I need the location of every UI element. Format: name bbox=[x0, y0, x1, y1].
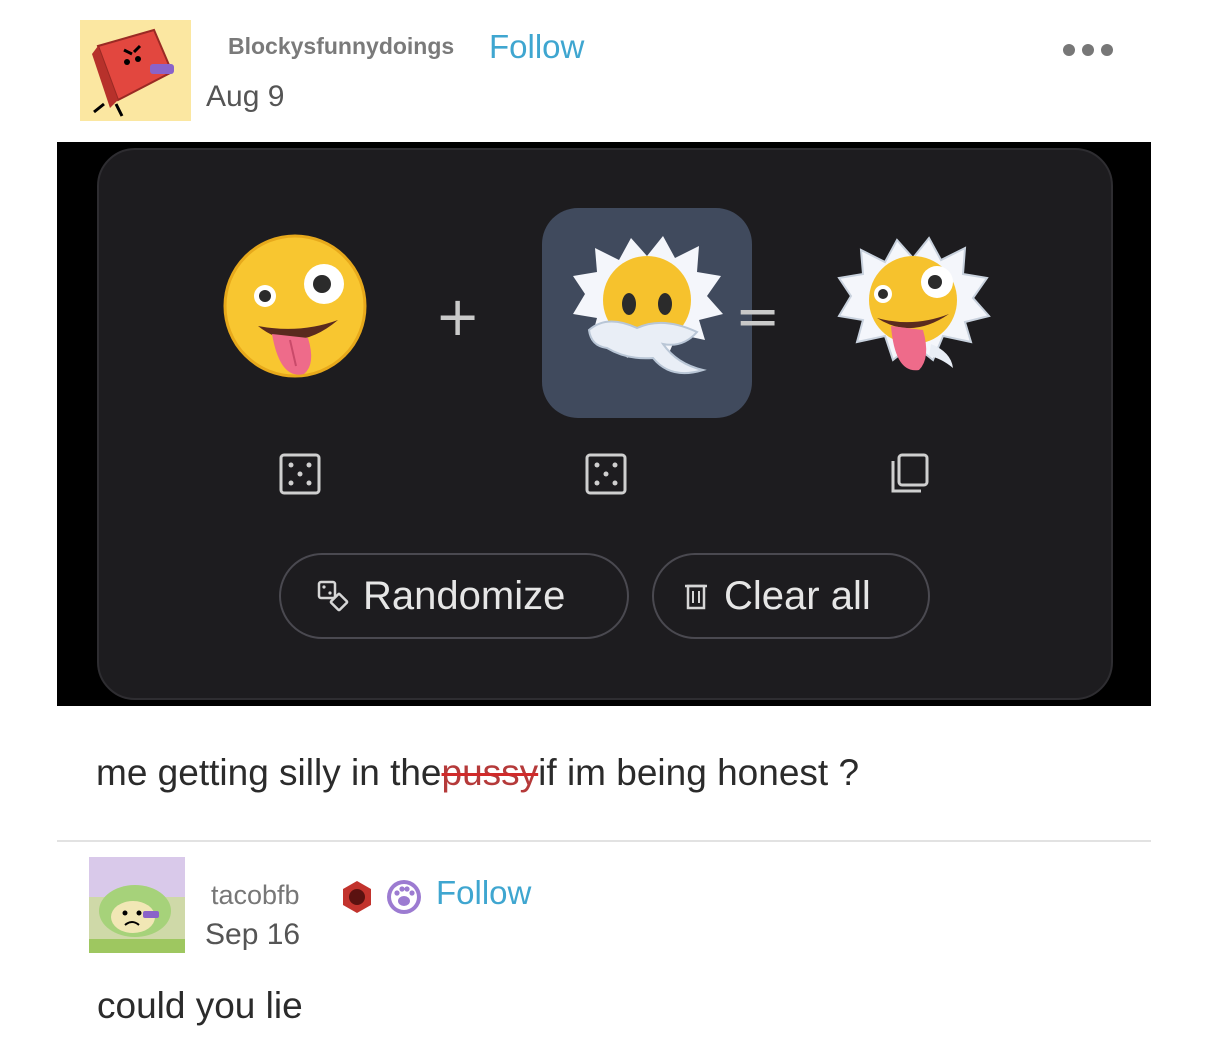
clear-all-label: Clear all bbox=[724, 573, 871, 618]
more-options-icon[interactable] bbox=[1063, 44, 1113, 56]
result-emoji-icon[interactable] bbox=[833, 234, 993, 394]
trash-icon bbox=[685, 584, 707, 610]
copy-icon[interactable] bbox=[885, 451, 931, 497]
avatar-block-character-icon bbox=[80, 20, 191, 121]
clear-all-button[interactable]: Clear all bbox=[652, 553, 930, 639]
dice-icon[interactable] bbox=[279, 453, 321, 495]
paw-badge-icon bbox=[387, 880, 421, 914]
follow-button[interactable]: Follow bbox=[489, 28, 584, 66]
post-date: Aug 9 bbox=[206, 80, 285, 113]
randomize-dice-icon bbox=[317, 580, 349, 612]
emoji-kitchen-card: + = Randomize Clear all bbox=[97, 148, 1113, 700]
post-image: + = Randomize Clear all bbox=[57, 142, 1151, 706]
caption-text-before: me getting silly in the bbox=[96, 752, 442, 793]
zany-face-icon[interactable] bbox=[220, 234, 370, 384]
reply-follow-button[interactable]: Follow bbox=[436, 874, 531, 912]
caption-struck-word: pussy bbox=[441, 752, 539, 793]
avatar-taco-character-icon bbox=[89, 857, 185, 953]
randomize-button[interactable]: Randomize bbox=[279, 553, 629, 639]
reply-username[interactable]: tacobfb bbox=[211, 880, 300, 911]
randomize-label: Randomize bbox=[363, 573, 566, 618]
face-in-clouds-icon[interactable] bbox=[567, 230, 727, 390]
divider bbox=[57, 840, 1151, 842]
reply-date: Sep 16 bbox=[205, 918, 301, 951]
reply-text: could you lie bbox=[97, 985, 303, 1026]
plus-sign: + bbox=[435, 285, 481, 348]
avatar[interactable] bbox=[80, 20, 191, 121]
badge-icon bbox=[343, 881, 371, 913]
post-username[interactable]: Blockysfunnydoings bbox=[228, 33, 454, 60]
caption-text-after: if im being honest ? bbox=[538, 752, 860, 793]
equals-sign: = bbox=[735, 285, 781, 348]
reply-avatar[interactable] bbox=[89, 857, 185, 953]
post-caption: me getting silly in thepussyif im being … bbox=[96, 752, 859, 794]
dice-icon[interactable] bbox=[585, 453, 627, 495]
